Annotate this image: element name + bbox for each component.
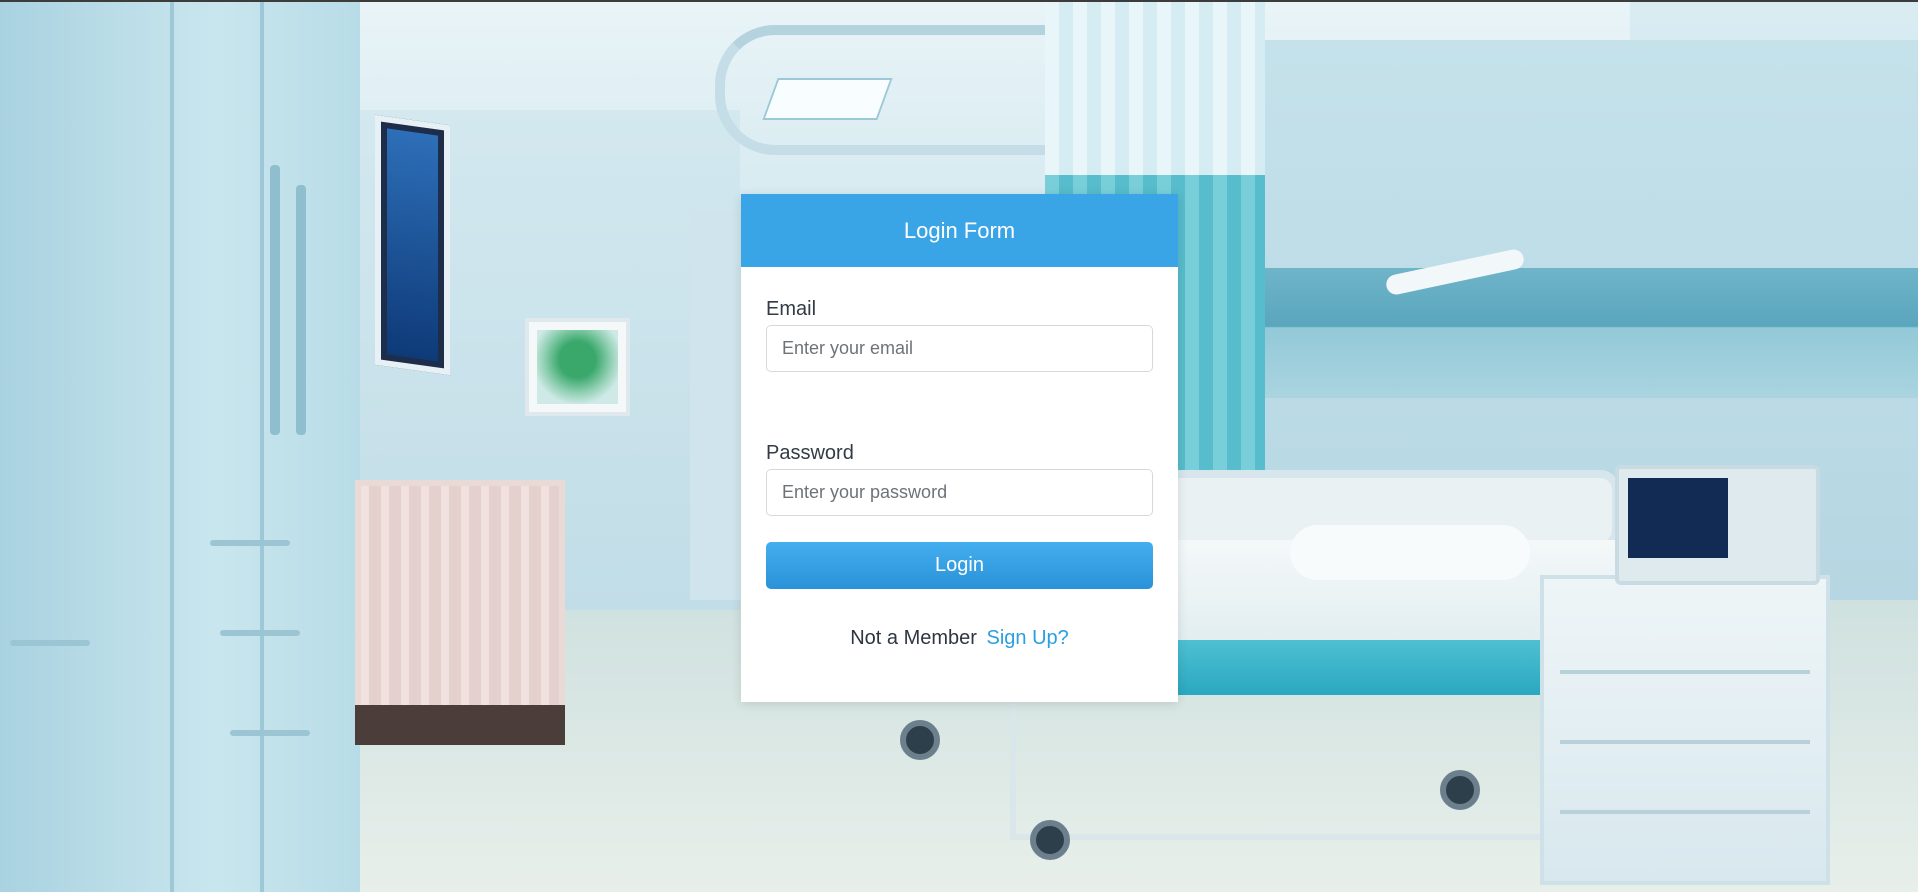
wall-picture-frame xyxy=(525,318,630,416)
password-input[interactable] xyxy=(766,469,1153,516)
ceiling-light xyxy=(762,78,893,120)
crib-base xyxy=(355,705,565,745)
medical-cart xyxy=(1540,575,1830,885)
login-card-header: Login Form xyxy=(741,194,1178,267)
cabinet-handle xyxy=(270,165,280,435)
signup-link[interactable]: Sign Up? xyxy=(987,627,1069,649)
cabinet-divider xyxy=(260,0,264,892)
cart-drawer xyxy=(1560,740,1810,744)
cabinet-divider xyxy=(170,0,174,892)
drawer-handle xyxy=(230,730,310,736)
email-input[interactable] xyxy=(766,325,1153,372)
wall-tv xyxy=(375,114,450,376)
email-field-group: Email xyxy=(766,298,1153,372)
password-label: Password xyxy=(766,442,854,464)
top-border xyxy=(0,0,1918,2)
password-field-group: Password xyxy=(766,442,1153,516)
drawer-handle xyxy=(10,640,90,646)
drawer-handle xyxy=(210,540,290,546)
cart-drawer xyxy=(1560,810,1810,814)
bed-headwall-panel xyxy=(1265,268,1918,398)
monitor-screen xyxy=(1628,478,1728,558)
bed-wheel xyxy=(900,720,940,760)
cart-drawer xyxy=(1560,670,1810,674)
signup-prompt: Not a Member xyxy=(850,627,977,649)
cabinet-handle xyxy=(296,185,306,435)
drawer-handle xyxy=(220,630,300,636)
bed-wheel xyxy=(1440,770,1480,810)
login-button[interactable]: Login xyxy=(766,542,1153,589)
left-cabinet xyxy=(0,0,360,892)
bed-wheel xyxy=(1030,820,1070,860)
bed-frame-legs xyxy=(1010,690,1570,840)
pillow xyxy=(1290,525,1530,580)
login-card: Login Form Email Password Login Not a Me… xyxy=(741,194,1178,702)
email-label: Email xyxy=(766,298,817,320)
login-form: Email Password Login Not a Member Sign U… xyxy=(741,267,1178,650)
login-form-title: Login Form xyxy=(903,217,1016,243)
signup-row: Not a Member Sign Up? xyxy=(766,627,1153,650)
